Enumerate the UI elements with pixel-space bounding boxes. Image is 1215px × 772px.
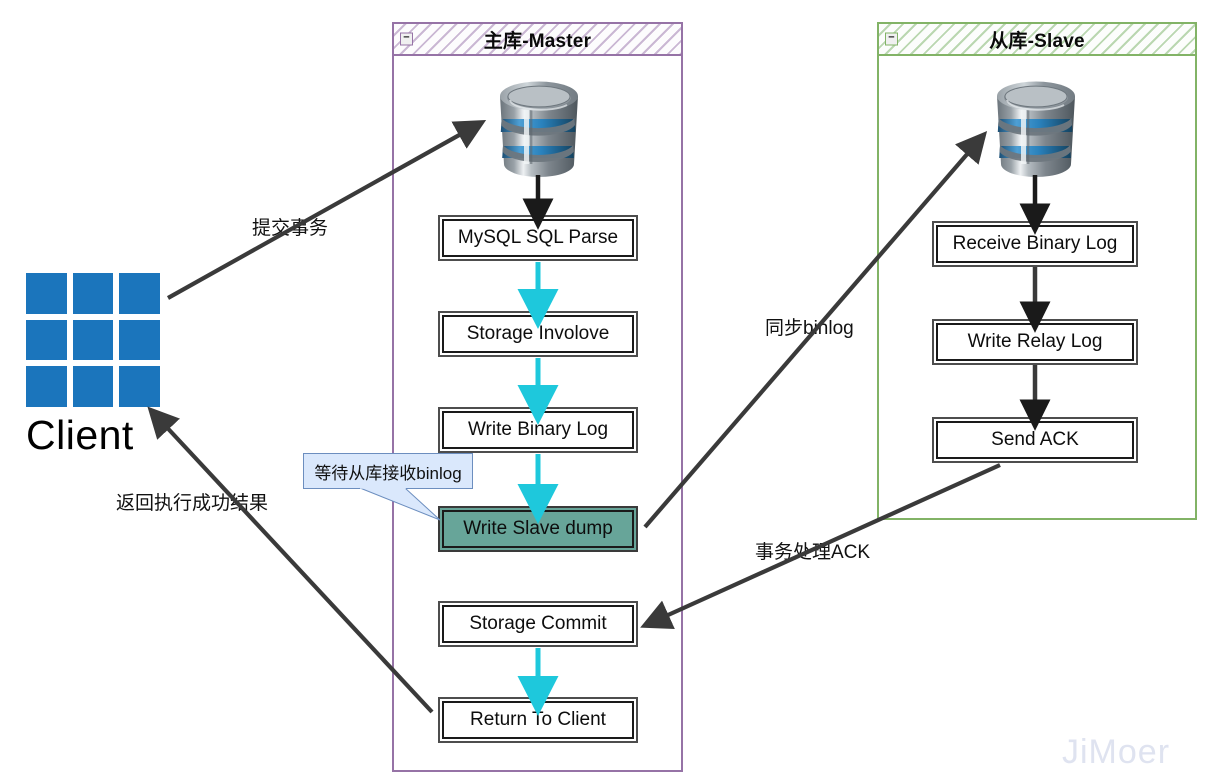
client-tile: [119, 273, 160, 314]
node-write-slave-dump[interactable]: Write Slave dump: [438, 506, 638, 552]
client-tile: [119, 366, 160, 407]
diagram-canvas: − 主库-Master − 从库-Slave Client MySQL SQL …: [0, 0, 1215, 772]
lane-master-title-text: 主库-Master: [483, 30, 592, 52]
node-label: Receive Binary Log: [952, 233, 1118, 254]
lane-slave-title-text: 从库-Slave: [989, 30, 1085, 52]
node-label: MySQL SQL Parse: [457, 227, 619, 248]
node-return-to-client[interactable]: Return To Client: [438, 697, 638, 743]
collapse-icon[interactable]: −: [400, 32, 413, 46]
node-mysql-sql-parse[interactable]: MySQL SQL Parse: [438, 215, 638, 261]
master-db-icon[interactable]: [488, 78, 590, 178]
node-send-ack[interactable]: Send ACK: [932, 417, 1138, 463]
node-storage-commit[interactable]: Storage Commit: [438, 601, 638, 647]
node-label: Storage Commit: [469, 613, 607, 634]
client-tile: [26, 319, 67, 361]
node-label: Return To Client: [470, 709, 606, 730]
node-label: Storage Involove: [466, 323, 610, 344]
client-icon[interactable]: [26, 273, 160, 407]
collapse-icon[interactable]: −: [885, 32, 898, 46]
lane-slave-title: − 从库-Slave: [879, 24, 1195, 56]
node-write-binary-log[interactable]: Write Binary Log: [438, 407, 638, 453]
lane-master-title: − 主库-Master: [394, 24, 681, 56]
edge-label-submit-transaction: 提交事务: [249, 212, 332, 241]
node-label: Write Binary Log: [467, 419, 609, 440]
client-label: Client: [26, 412, 134, 458]
client-tile: [119, 319, 160, 361]
client-tile: [26, 366, 67, 407]
node-write-relay-log[interactable]: Write Relay Log: [932, 319, 1138, 365]
slave-db-icon[interactable]: [985, 78, 1087, 178]
watermark: JiMoer: [1062, 733, 1171, 771]
edge-label-sync-binlog: 同步binlog: [762, 312, 857, 341]
client-tile: [72, 366, 114, 407]
node-label: Write Relay Log: [967, 331, 1103, 352]
node-receive-binary-log[interactable]: Receive Binary Log: [932, 221, 1138, 267]
node-label: Write Slave dump: [463, 518, 613, 539]
edge-label-transaction-ack: 事务处理ACK: [752, 536, 874, 565]
client-tile: [72, 319, 114, 361]
callout-wait-slave-receive-binlog[interactable]: 等待从库接收binlog: [303, 453, 473, 489]
client-tile: [26, 273, 67, 314]
node-storage-involove[interactable]: Storage Involove: [438, 311, 638, 357]
edge-label-return-success: 返回执行成功结果: [113, 487, 272, 516]
callout-label: 等待从库接收binlog: [314, 463, 462, 483]
node-label: Send ACK: [991, 429, 1079, 450]
client-tile: [72, 273, 114, 314]
